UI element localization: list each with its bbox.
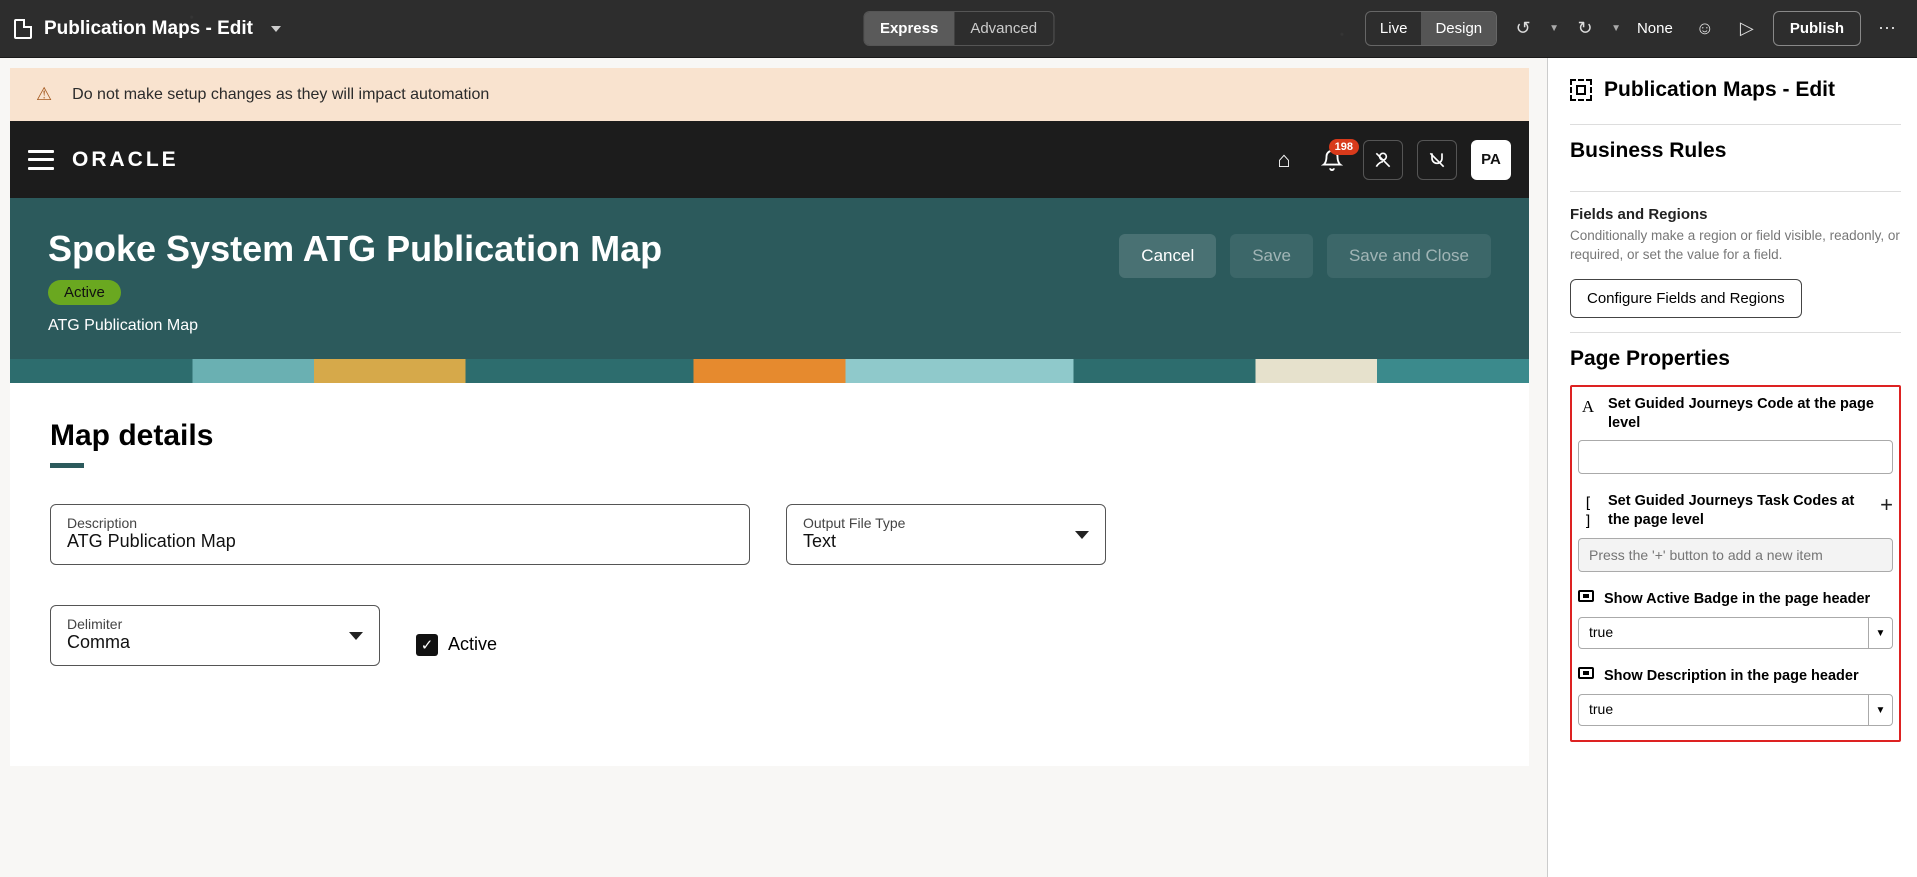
page-title: Publication Maps - Edit xyxy=(44,18,253,40)
page-icon xyxy=(14,19,32,39)
mode-express[interactable]: Express xyxy=(864,12,954,45)
task-codes-input[interactable] xyxy=(1578,538,1893,572)
page-subtitle: ATG Publication Map xyxy=(48,317,1119,335)
avatar[interactable]: PA xyxy=(1471,140,1511,180)
home-icon[interactable]: ⌂ xyxy=(1267,143,1301,177)
chevron-down-icon xyxy=(1075,531,1089,539)
show-active-badge-select[interactable]: true ▼ xyxy=(1578,617,1893,649)
show-description-select[interactable]: true ▼ xyxy=(1578,694,1893,726)
top-toolbar: Publication Maps - Edit Express Advanced… xyxy=(0,0,1917,58)
canvas-scroll[interactable]: ⚠ Do not make setup changes as they will… xyxy=(10,68,1547,867)
design-button[interactable]: Design xyxy=(1421,12,1496,45)
text-type-icon: A xyxy=(1578,397,1598,417)
form-region: Map details Description ATG Publication … xyxy=(10,383,1529,766)
highlighted-properties: A Set Guided Journeys Code at the page l… xyxy=(1570,385,1901,742)
description-field[interactable]: Description ATG Publication Map xyxy=(50,504,750,565)
smile-icon[interactable]: ☺ xyxy=(1689,13,1721,45)
delimiter-field[interactable]: Delimiter Comma xyxy=(50,605,380,666)
warning-text: Do not make setup changes as they will i… xyxy=(72,86,489,104)
add-item-button[interactable]: + xyxy=(1880,492,1893,518)
array-type-icon: [ ] xyxy=(1578,494,1598,530)
prop4-label: Show Description in the page header xyxy=(1604,667,1893,686)
delimiter-value: Comma xyxy=(67,632,363,653)
prop4-value: true xyxy=(1579,695,1868,725)
description-label: Description xyxy=(67,515,733,531)
description-value: ATG Publication Map xyxy=(67,531,733,552)
mode-advanced[interactable]: Advanced xyxy=(954,12,1053,45)
prop1-label: Set Guided Journeys Code at the page lev… xyxy=(1608,395,1893,433)
warning-banner: ⚠ Do not make setup changes as they will… xyxy=(10,68,1529,121)
title-dropdown[interactable] xyxy=(271,26,281,32)
output-label: Output File Type xyxy=(803,515,1089,531)
fields-regions-desc: Conditionally make a region or field vis… xyxy=(1570,227,1901,265)
checkbox-checked-icon: ✓ xyxy=(416,634,438,656)
page-properties-heading: Page Properties xyxy=(1570,347,1901,371)
properties-panel: Publication Maps - Edit Business Rules F… xyxy=(1547,58,1917,877)
play-icon[interactable]: ▷ xyxy=(1731,13,1763,45)
prop3-value: true xyxy=(1579,618,1868,648)
bell-icon[interactable]: 198 xyxy=(1315,143,1349,177)
boolean-type-icon xyxy=(1578,590,1594,602)
active-label: Active xyxy=(448,634,497,655)
page-heading: Spoke System ATG Publication Map xyxy=(48,228,1119,270)
redo-dropdown[interactable]: ▼ xyxy=(1611,23,1621,34)
configure-fields-button[interactable]: Configure Fields and Regions xyxy=(1570,279,1802,318)
accent-bar xyxy=(50,463,84,468)
warning-icon: ⚠ xyxy=(36,84,52,105)
fields-regions-title: Fields and Regions xyxy=(1570,206,1901,223)
tool-icon-1[interactable] xyxy=(1363,140,1403,180)
output-type-field[interactable]: Output File Type Text xyxy=(786,504,1106,565)
undo-icon[interactable]: ↺ xyxy=(1507,13,1539,45)
live-button[interactable]: Live xyxy=(1366,12,1422,45)
redo-icon[interactable]: ↻ xyxy=(1569,13,1601,45)
cancel-button[interactable]: Cancel xyxy=(1119,234,1216,278)
mode-toggle: Express Advanced xyxy=(863,11,1054,46)
decorative-strip xyxy=(10,359,1529,383)
save-close-button[interactable]: Save and Close xyxy=(1327,234,1491,278)
chevron-down-icon: ▼ xyxy=(1868,618,1892,648)
save-button[interactable]: Save xyxy=(1230,234,1313,278)
prop3-label: Show Active Badge in the page header xyxy=(1604,590,1893,609)
status-badge: Active xyxy=(48,280,121,305)
guided-journeys-code-input[interactable] xyxy=(1578,440,1893,474)
layout-icon xyxy=(1570,79,1592,101)
app-header: ORACLE ⌂ 198 PA xyxy=(10,121,1529,198)
more-icon[interactable]: ⋯ xyxy=(1871,13,1903,45)
tool-icon-2[interactable] xyxy=(1417,140,1457,180)
prop2-label: Set Guided Journeys Task Codes at the pa… xyxy=(1608,492,1866,530)
panel-title: Publication Maps - Edit xyxy=(1604,78,1835,102)
layout-none[interactable]: None xyxy=(1631,20,1679,37)
page-header-region: Spoke System ATG Publication Map Active … xyxy=(10,198,1529,359)
oracle-logo: ORACLE xyxy=(72,148,179,172)
live-design-toggle: Live Design xyxy=(1365,11,1497,46)
output-value: Text xyxy=(803,531,1089,552)
publish-button[interactable]: Publish xyxy=(1773,11,1861,46)
form-title: Map details xyxy=(50,419,1489,453)
chevron-down-icon: ▼ xyxy=(1868,695,1892,725)
chevron-down-icon xyxy=(349,632,363,640)
boolean-type-icon xyxy=(1578,667,1594,679)
business-rules-heading: Business Rules xyxy=(1570,139,1901,163)
active-checkbox-wrap[interactable]: ✓ Active xyxy=(416,623,497,666)
notification-badge: 198 xyxy=(1329,139,1359,155)
undo-dropdown[interactable]: ▼ xyxy=(1549,23,1559,34)
canvas: ⚠ Do not make setup changes as they will… xyxy=(0,58,1547,877)
hamburger-icon[interactable] xyxy=(28,150,54,170)
delimiter-label: Delimiter xyxy=(67,616,363,632)
